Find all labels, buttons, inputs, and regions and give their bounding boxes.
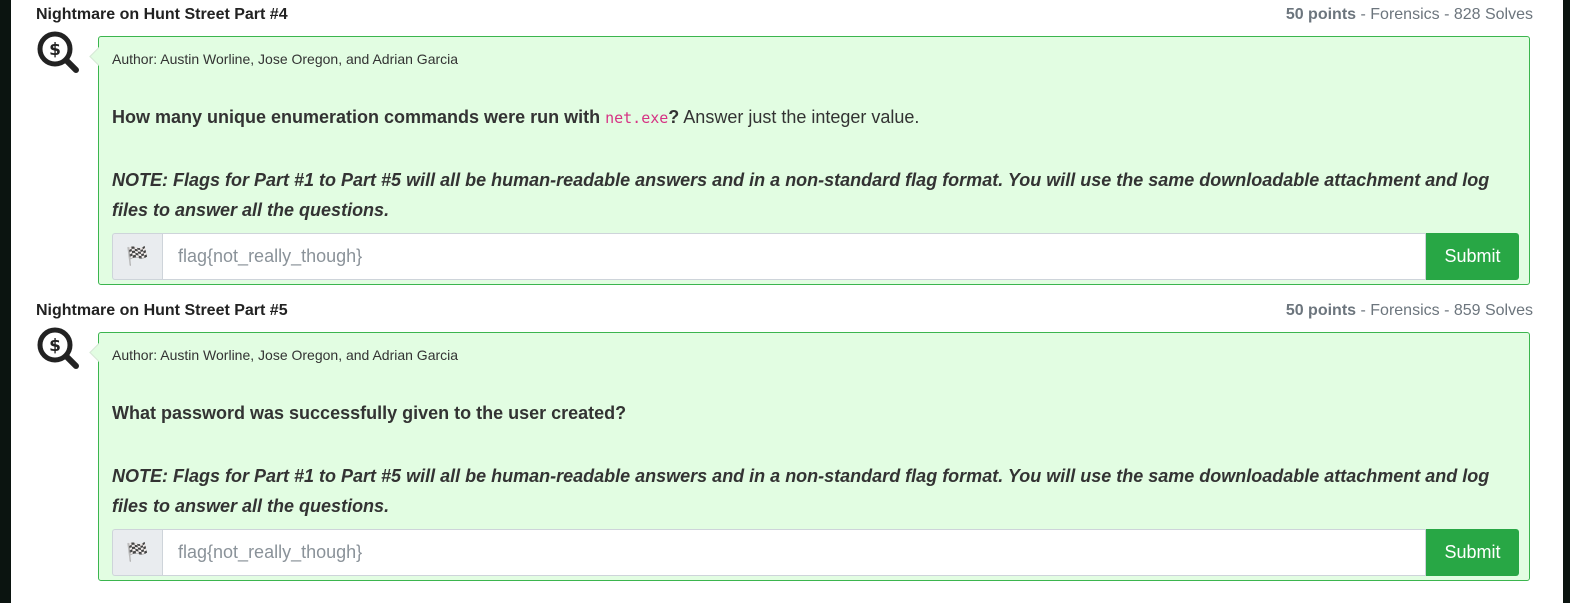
challenge-author: Author: Austin Worline, Jose Oregon, and… — [112, 347, 459, 363]
challenge-author: Author: Austin Worline, Jose Oregon, and… — [112, 51, 459, 67]
svg-text:$: $ — [49, 336, 61, 356]
submit-button[interactable]: Submit — [1426, 233, 1519, 280]
checkered-flag-icon: 🏁 — [112, 529, 162, 576]
challenge-list: Nightmare on Hunt Street Part #4 50 poin… — [11, 0, 1563, 603]
challenge-category-solves: - Forensics - 828 Solves — [1356, 6, 1533, 23]
question-mark: ? — [668, 107, 680, 127]
challenge-note: NOTE: Flags for Part #1 to Part #5 will … — [112, 466, 1490, 516]
challenge-note: NOTE: Flags for Part #1 to Part #5 will … — [112, 170, 1490, 220]
challenge-part-4: Nightmare on Hunt Street Part #4 50 poin… — [11, 0, 1563, 290]
flag-input[interactable] — [162, 233, 1426, 280]
challenge-meta: 50 points - Forensics - 859 Solves — [1286, 302, 1533, 320]
challenge-points: 50 points — [1285, 6, 1357, 23]
flag-form: 🏁 Submit — [112, 529, 1519, 576]
svg-text:$: $ — [49, 40, 61, 60]
challenge-question: What password was successfully given to … — [112, 403, 626, 424]
challenge-card: Author: Austin Worline, Jose Oregon, and… — [98, 332, 1530, 581]
flag-input[interactable] — [162, 529, 1426, 576]
question-instruction: Answer just the integer value. — [679, 107, 920, 127]
challenge-question: How many unique enumeration commands wer… — [112, 107, 919, 128]
challenge-title: Nightmare on Hunt Street Part #5 — [36, 302, 288, 319]
submit-button[interactable]: Submit — [1426, 529, 1519, 576]
question-text: How many unique enumeration commands wer… — [112, 107, 606, 127]
flag-form: 🏁 Submit — [112, 233, 1519, 280]
challenge-title: Nightmare on Hunt Street Part #4 — [36, 6, 288, 23]
challenge-card: Author: Austin Worline, Jose Oregon, and… — [98, 36, 1530, 285]
search-dollar-icon: $ — [37, 31, 79, 73]
challenge-part-5: Nightmare on Hunt Street Part #5 50 poin… — [11, 296, 1563, 586]
challenge-points: 50 points — [1285, 302, 1357, 319]
checkered-flag-icon: 🏁 — [112, 233, 162, 280]
challenge-category-solves: - Forensics - 859 Solves — [1356, 302, 1533, 319]
question-code: net.exe — [605, 109, 669, 127]
challenge-meta: 50 points - Forensics - 828 Solves — [1286, 6, 1533, 24]
question-text: What password was successfully given to … — [112, 403, 627, 423]
search-dollar-icon: $ — [37, 327, 79, 369]
